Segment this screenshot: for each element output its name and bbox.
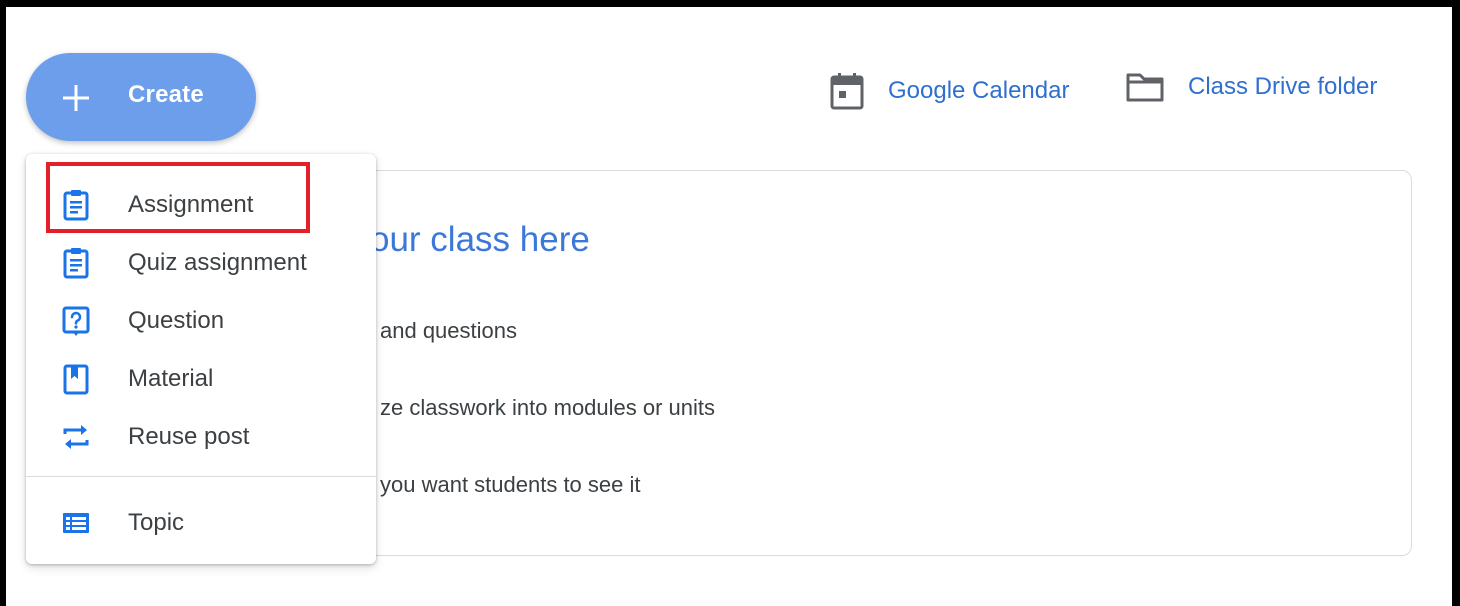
menu-item-reuse-post[interactable]: Reuse post <box>26 409 376 465</box>
empty-state-title: our class here <box>370 220 590 259</box>
menu-item-quiz-assignment[interactable]: Quiz assignment <box>26 235 376 291</box>
calendar-icon <box>830 73 864 110</box>
menu-item-label: Topic <box>128 509 185 536</box>
plus-icon <box>63 85 89 111</box>
class-drive-folder-label: Class Drive folder <box>1188 73 1378 100</box>
menu-item-question[interactable]: Question <box>26 293 376 349</box>
empty-state-line-1: and questions <box>380 318 517 343</box>
menu-item-material[interactable]: Material <box>26 351 376 407</box>
menu-item-label: Material <box>128 365 214 392</box>
assignment-icon <box>63 190 89 221</box>
menu-item-topic[interactable]: Topic <box>26 495 376 551</box>
google-calendar-label: Google Calendar <box>888 77 1070 104</box>
folder-icon <box>1126 73 1164 102</box>
menu-divider <box>26 476 376 477</box>
menu-item-label: Reuse post <box>128 423 250 450</box>
create-button-label: Create <box>128 81 204 108</box>
topic-icon <box>63 513 89 533</box>
question-icon <box>62 306 90 336</box>
empty-state-line-3: you want students to see it <box>380 472 641 497</box>
menu-item-label: Assignment <box>128 191 254 218</box>
create-button[interactable]: Create <box>26 53 256 141</box>
quiz-assignment-icon <box>63 248 89 279</box>
menu-item-label: Quiz assignment <box>128 249 307 276</box>
class-drive-folder-link[interactable]: Class Drive folder <box>1126 72 1377 102</box>
reuse-icon <box>63 425 89 449</box>
google-calendar-link[interactable]: Google Calendar <box>830 72 1069 110</box>
create-menu: Assignment Quiz assignment Question Mate… <box>26 154 376 564</box>
empty-state-line-2: ze classwork into modules or units <box>380 395 716 420</box>
menu-item-assignment[interactable]: Assignment <box>26 177 376 233</box>
material-icon <box>63 364 89 395</box>
menu-item-label: Question <box>128 307 225 334</box>
